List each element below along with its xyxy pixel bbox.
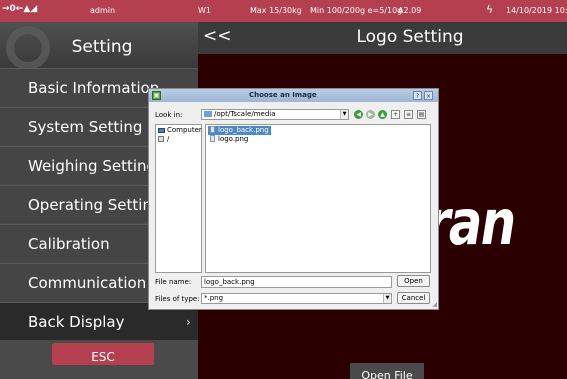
look-in-value: /opt/Tscale/media: [214, 110, 276, 118]
status-indicators: →0←▲◢: [2, 4, 38, 14]
sidebar-item-label: Basic Information: [28, 79, 160, 97]
file-name: logo_back.png: [218, 126, 269, 134]
user-name: admin: [90, 6, 116, 15]
dialog-title: Choose an Image: [249, 91, 317, 99]
choose-image-dialog: ▣ Choose an Image ? × Look in: /opt/Tsca…: [148, 88, 439, 310]
places-item-label: /: [167, 135, 170, 143]
back-arrow-icon[interactable]: ◀: [354, 110, 363, 119]
status-bar: →0←▲◢ admin W1 Max 15/30kg Min 100/200g …: [0, 0, 567, 22]
parent-directory-icon[interactable]: ▲: [378, 110, 387, 119]
forward-arrow-icon[interactable]: ▶: [366, 110, 375, 119]
max-capacity: Max 15/30kg: [250, 6, 302, 15]
close-button[interactable]: ×: [424, 91, 433, 100]
detail-view-icon[interactable]: ▤: [417, 110, 426, 119]
look-in-select[interactable]: /opt/Tscale/media ▼: [201, 109, 349, 120]
places-panel: Computer /: [155, 124, 202, 273]
list-view-icon[interactable]: ≡: [404, 110, 413, 119]
channel-label: W1: [198, 6, 211, 15]
file-types-label: Files of type:: [155, 295, 200, 303]
folder-icon: [204, 111, 212, 117]
esc-button[interactable]: ESC: [52, 343, 154, 365]
look-in-label: Look in:: [155, 111, 183, 119]
logo-preview-text: ran: [426, 186, 516, 259]
sidebar-title: Setting: [71, 37, 133, 57]
chevron-down-icon: ▼: [340, 110, 348, 119]
open-file-button[interactable]: Open File: [350, 363, 424, 379]
lightning-icon: ϟ: [486, 3, 494, 16]
sidebar-header: Setting: [0, 22, 198, 70]
computer-icon: [158, 128, 165, 133]
places-item-computer[interactable]: Computer: [158, 126, 202, 134]
cancel-button[interactable]: Cancel: [397, 292, 430, 304]
resize-grip-icon[interactable]: ◢: [432, 301, 437, 308]
app-icon: ▣: [152, 91, 161, 100]
page-title: Logo Setting: [356, 27, 464, 47]
drive-icon: [158, 136, 164, 142]
sidebar-item-label: Calibration: [28, 235, 110, 253]
sidebar-item-label: Communication: [28, 274, 147, 292]
help-button[interactable]: ?: [413, 91, 422, 100]
min-division: Min 100/200g e=5/10g: [310, 6, 403, 15]
file-type-select[interactable]: *.png ▼: [201, 293, 392, 304]
file-list: logo_back.png logo.png: [205, 124, 431, 273]
file-type-value: *.png: [204, 294, 224, 302]
open-button[interactable]: Open: [397, 275, 430, 287]
sidebar-item-label: System Setting: [28, 118, 143, 136]
file-icon: [210, 135, 215, 142]
file-name-label: File name:: [155, 278, 192, 286]
file-name-field[interactable]: [201, 276, 392, 288]
sidebar-item-label: Back Display: [28, 313, 125, 331]
list-item[interactable]: logo_back.png: [208, 126, 271, 135]
file-name: logo.png: [218, 135, 249, 143]
chevron-down-icon: ▼: [383, 294, 391, 303]
new-folder-icon[interactable]: +: [391, 110, 400, 119]
places-item-label: Computer: [167, 126, 202, 134]
firmware-version: A2.09: [398, 6, 422, 15]
sidebar-item-label: Weighing Setting: [28, 157, 157, 175]
dialog-titlebar[interactable]: ▣ Choose an Image ? ×: [149, 89, 438, 102]
list-item[interactable]: logo.png: [208, 135, 250, 144]
places-item-root[interactable]: /: [158, 135, 169, 143]
date-time: 14/10/2019 10:: [506, 6, 567, 15]
file-icon: [210, 126, 215, 133]
sidebar-item-label: Operating Setting: [28, 196, 162, 214]
back-button[interactable]: <<: [203, 26, 232, 46]
